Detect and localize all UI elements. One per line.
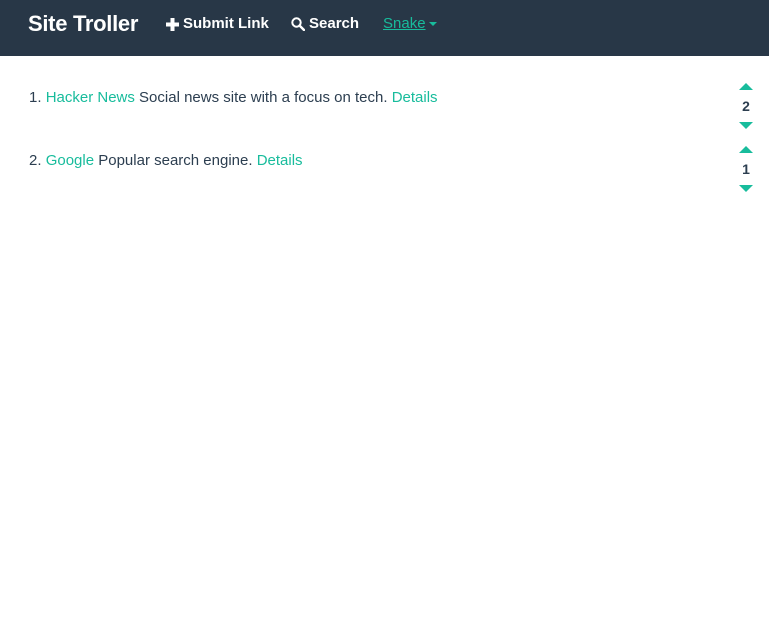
- item-number: 1.: [29, 89, 42, 106]
- item-number: 2.: [29, 152, 42, 169]
- plus-icon: [166, 17, 179, 31]
- vote-score: 2: [742, 98, 750, 114]
- navbar: Site Troller Submit Link Search Snake: [0, 0, 769, 56]
- brand-logo[interactable]: Site Troller: [28, 0, 138, 56]
- submit-link-button[interactable]: Submit Link: [166, 0, 269, 48]
- link-title[interactable]: Google: [46, 152, 94, 169]
- search-label: Search: [309, 15, 360, 32]
- link-description: Popular search engine.: [98, 152, 253, 169]
- user-menu-label: Snake: [383, 15, 426, 32]
- list-item: 1. Hacker News Social news site with a f…: [29, 88, 729, 108]
- caret-down-icon: [428, 22, 437, 26]
- details-link[interactable]: Details: [257, 152, 303, 169]
- search-button[interactable]: Search: [291, 0, 359, 48]
- link-title[interactable]: Hacker News: [46, 89, 135, 106]
- vote-score: 1: [742, 161, 750, 177]
- arrow-up-icon[interactable]: [739, 146, 753, 153]
- search-icon: [291, 17, 305, 31]
- link-description: Social news site with a focus on tech.: [139, 89, 388, 106]
- submit-link-label: Submit Link: [183, 15, 269, 32]
- vote-control: 2: [738, 83, 754, 129]
- details-link[interactable]: Details: [392, 89, 438, 106]
- arrow-down-icon[interactable]: [739, 185, 753, 192]
- arrow-down-icon[interactable]: [739, 122, 753, 129]
- arrow-up-icon[interactable]: [739, 83, 753, 90]
- list-item: 2. Google Popular search engine. Details: [29, 151, 729, 171]
- vote-control: 1: [738, 146, 754, 192]
- user-menu-dropdown[interactable]: Snake: [383, 0, 437, 48]
